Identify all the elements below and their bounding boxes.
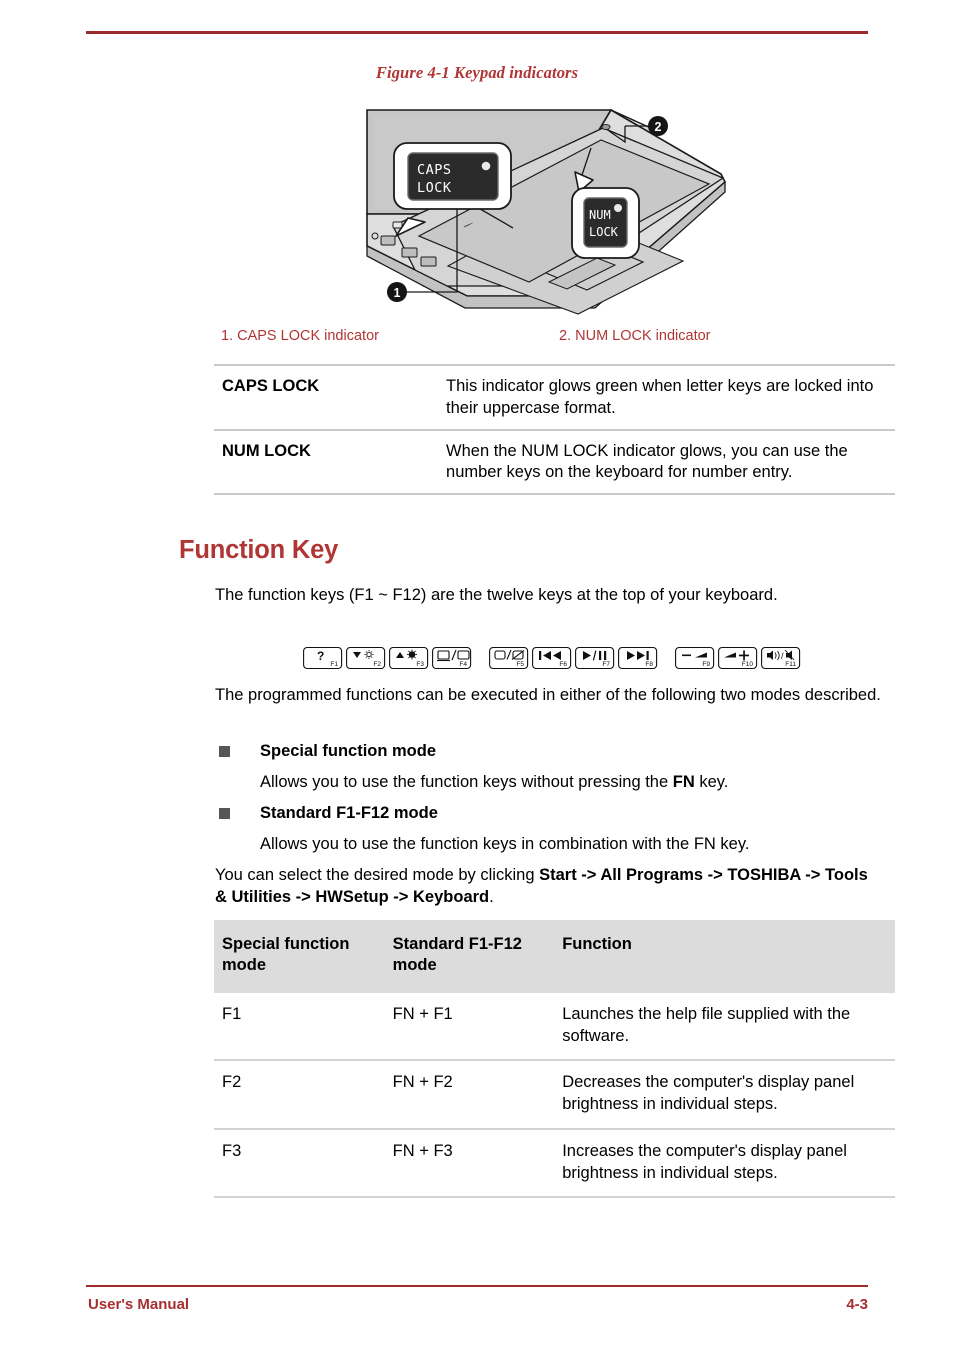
- square-bullet-icon: [219, 807, 230, 819]
- header-rule: [86, 31, 868, 34]
- cell-function: Decreases the computer's display panel b…: [554, 1059, 895, 1129]
- paragraph-modes-intro: The programmed functions can be executed…: [215, 686, 881, 704]
- figure-marker-1: 1: [387, 282, 407, 302]
- svg-text:F8: F8: [645, 661, 653, 668]
- svg-text:F3: F3: [416, 661, 424, 668]
- footer-page-number: 4-3: [846, 1296, 868, 1313]
- figure-legend-item-1: 1. CAPS LOCK indicator: [221, 328, 379, 344]
- svg-text:?: ?: [317, 649, 324, 663]
- svg-text:NUM: NUM: [589, 208, 611, 222]
- table-row: F3 FN + F3 Increases the computer's disp…: [214, 1127, 895, 1199]
- svg-text:F5: F5: [516, 661, 524, 668]
- cell-standard-mode: FN + F1: [392, 1004, 453, 1023]
- svg-text:F6: F6: [559, 661, 567, 668]
- svg-text:F9: F9: [702, 661, 710, 668]
- svg-text:F1: F1: [330, 661, 338, 668]
- indicator-description: This indicator glows green when letter k…: [446, 364, 895, 430]
- mode-bullet-list: Special function mode Allows you to use …: [215, 740, 895, 864]
- cell-standard-mode: FN + F2: [384, 1059, 555, 1129]
- cell-function: Increases the computer's display panel b…: [554, 1127, 895, 1199]
- list-item: Special function mode Allows you to use …: [215, 740, 895, 799]
- table-row: NUM LOCK When the NUM LOCK indicator glo…: [214, 428, 895, 496]
- cell-function: Launches the help file supplied with the…: [562, 1004, 851, 1045]
- function-mode-table: Special function mode Standard F1-F12 mo…: [214, 920, 895, 1199]
- cell-standard-mode: FN + F3: [384, 1127, 555, 1199]
- svg-text:F2: F2: [373, 661, 381, 668]
- svg-text:LOCK: LOCK: [417, 180, 452, 196]
- help-question-icon: ?: [317, 649, 324, 663]
- figure-legend-item-2: 2. NUM LOCK indicator: [559, 328, 711, 344]
- svg-text:F4: F4: [459, 661, 467, 668]
- svg-text:F10: F10: [742, 661, 754, 668]
- footer-rule: [86, 1285, 868, 1287]
- cell-special-mode: F1: [222, 1004, 242, 1023]
- svg-text:CAPS: CAPS: [417, 162, 452, 178]
- figure-marker-2: 2: [648, 116, 668, 136]
- indicator-description: When the NUM LOCK indicator glows, you c…: [446, 428, 895, 496]
- indicator-name: NUM LOCK: [214, 428, 447, 496]
- cell-special-mode: F3: [214, 1127, 385, 1199]
- square-bullet-icon: [219, 746, 230, 757]
- figure-legend: 1. CAPS LOCK indicator 2. NUM LOCK indic…: [215, 328, 895, 348]
- svg-text:F11: F11: [785, 661, 796, 668]
- function-key-strip: ? / F1 F2 F3 F4 F5 F6 F7 F8 F9 F10 F11: [303, 646, 803, 672]
- svg-text:LOCK: LOCK: [589, 225, 619, 239]
- svg-text:2: 2: [655, 120, 662, 134]
- bullet-title: Standard F1-F12 mode: [260, 803, 438, 822]
- bullet-title: Special function mode: [260, 742, 437, 760]
- figure-keypad-indicators: CAPS LOCK NUM LOCK 1 2: [353, 96, 753, 326]
- mode-selection-trail: .: [489, 888, 494, 907]
- figure-caption: Figure 4-1 Keypad indicators: [375, 63, 579, 82]
- bullet-description: Allows you to use the function keys in c…: [260, 824, 895, 860]
- column-header-function: Function: [554, 920, 895, 993]
- bullet-description: Allows you to use the function keys with…: [260, 762, 895, 798]
- bullet-desc-part-c: key.: [694, 773, 729, 792]
- bullet-desc-part-a: Allows you to use the function keys with…: [260, 773, 673, 792]
- svg-text:1: 1: [394, 286, 401, 300]
- list-item: Standard F1-F12 mode Allows you to use t…: [215, 802, 895, 861]
- table-header-row: Special function mode Standard F1-F12 mo…: [214, 920, 895, 993]
- bullet-desc-emphasis: FN: [672, 773, 695, 792]
- page-title: Function Key: [179, 536, 339, 564]
- bullet-desc-part-a: Allows you to use the function keys in c…: [260, 835, 750, 854]
- table-row: F1 FN + F1 Launches the help file suppli…: [214, 993, 895, 1061]
- indicator-table: CAPS LOCK This indicator glows green whe…: [214, 364, 895, 496]
- table-row: F2 FN + F2 Decreases the computer's disp…: [214, 1059, 895, 1129]
- column-header-special-mode: Special function mode: [214, 920, 385, 993]
- mode-selection-lead: You can select the desired mode by click…: [215, 866, 540, 884]
- cell-special-mode: F2: [214, 1059, 385, 1129]
- column-header-standard-mode: Standard F1-F12 mode: [384, 920, 555, 993]
- paragraph-function-keys-intro: The function keys (F1 ~ F12) are the twe…: [215, 586, 778, 604]
- indicator-name: CAPS LOCK: [214, 364, 447, 430]
- svg-text:F7: F7: [602, 661, 610, 668]
- document-page: Figure 4-1 Keypad indicators CAPS LOCK N…: [0, 0, 954, 1345]
- table-row: CAPS LOCK This indicator glows green whe…: [214, 364, 895, 430]
- paragraph-mode-selection: You can select the desired mode by click…: [215, 864, 875, 909]
